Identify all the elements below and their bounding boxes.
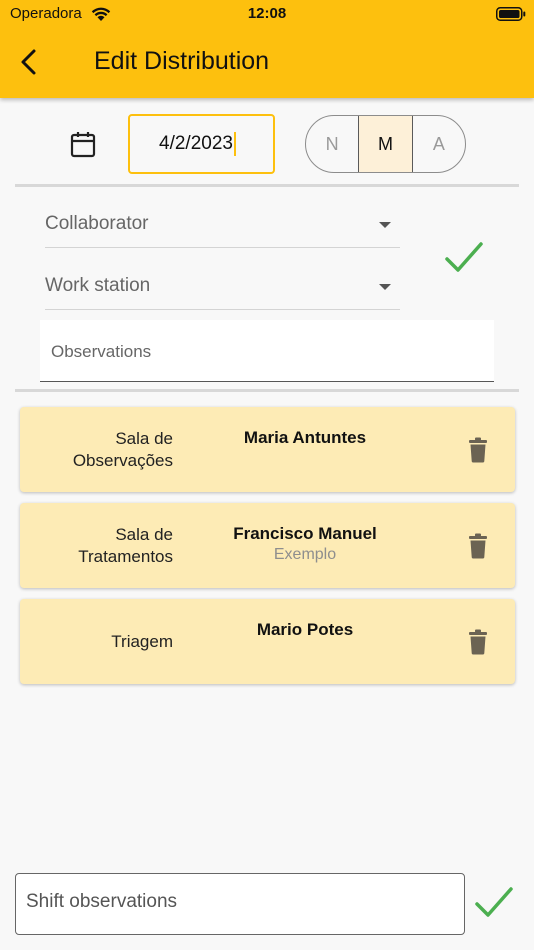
battery-icon xyxy=(496,7,526,21)
station-name: Sala de Observações xyxy=(73,407,173,492)
status-bar: Operadora 12:08 xyxy=(0,5,534,25)
person-name: Maria Antuntes xyxy=(243,428,367,447)
save-check-icon[interactable] xyxy=(474,886,514,920)
shift-observations-input[interactable]: Shift observations xyxy=(15,873,465,935)
text-cursor xyxy=(233,131,236,156)
station-line: Triagem xyxy=(111,631,173,651)
date-value: 4/2/2023 xyxy=(159,133,233,154)
add-check-icon[interactable] xyxy=(444,240,484,276)
station-name: Sala de Tratamentos xyxy=(78,503,173,588)
station-line: Observações xyxy=(72,450,173,470)
workstation-dropdown[interactable]: Work station xyxy=(45,266,400,310)
person-note: Exemplo xyxy=(273,546,337,563)
person-name: Francisco Manuel xyxy=(233,524,377,543)
station-name: Triagem xyxy=(111,599,173,684)
date-input[interactable]: 4/2/2023 xyxy=(128,114,275,174)
divider xyxy=(15,184,519,187)
divider xyxy=(15,389,519,392)
shift-option-n[interactable]: N xyxy=(306,116,358,172)
shift-toggle[interactable]: N M A xyxy=(305,115,466,173)
station-line: Sala de xyxy=(115,524,173,544)
back-arrow-icon[interactable] xyxy=(18,48,40,76)
status-time: 12:08 xyxy=(247,5,287,22)
distribution-card[interactable]: Triagem Mario Potes xyxy=(20,599,515,684)
dropdown-arrow-icon xyxy=(379,222,391,228)
observations-input[interactable]: Observations xyxy=(40,320,494,382)
distribution-card[interactable]: Sala de Observações Maria Antuntes xyxy=(20,407,515,492)
station-line: Sala de xyxy=(115,428,173,448)
shift-option-m[interactable]: M xyxy=(358,116,413,172)
person-name: Mario Potes xyxy=(256,620,354,639)
distribution-card[interactable]: Sala de Tratamentos Francisco Manuel Exem… xyxy=(20,503,515,588)
trash-icon[interactable] xyxy=(468,437,488,463)
trash-icon[interactable] xyxy=(468,629,488,655)
observations-placeholder: Observations xyxy=(51,342,152,361)
trash-icon[interactable] xyxy=(468,533,488,559)
dropdown-arrow-icon xyxy=(379,284,391,290)
collaborator-dropdown[interactable]: Collaborator xyxy=(45,204,400,248)
workstation-label: Work station xyxy=(45,275,151,296)
app-bar: Operadora 12:08 Edit Distribution xyxy=(0,0,534,98)
page-title: Edit Distribution xyxy=(94,47,270,75)
calendar-icon[interactable] xyxy=(69,130,97,158)
station-line: Tratamentos xyxy=(78,546,173,566)
shift-observations-placeholder: Shift observations xyxy=(26,891,178,912)
shift-option-a[interactable]: A xyxy=(413,116,465,172)
collaborator-label: Collaborator xyxy=(45,213,149,234)
